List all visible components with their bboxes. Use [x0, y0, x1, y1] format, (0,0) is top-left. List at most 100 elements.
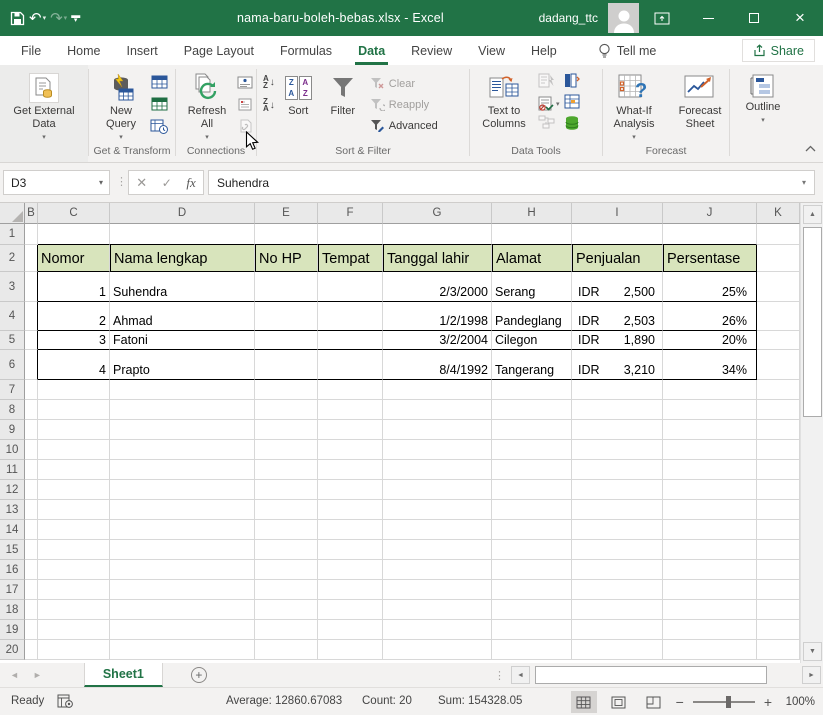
column-header-J[interactable]: J: [663, 203, 757, 224]
cell-K12[interactable]: [757, 480, 800, 500]
cell-J14[interactable]: [663, 520, 757, 540]
cell-K7[interactable]: [757, 380, 800, 400]
row-header-14[interactable]: 14: [0, 520, 25, 540]
tab-data[interactable]: Data: [345, 36, 398, 65]
cell-J15[interactable]: [663, 540, 757, 560]
cell-F11[interactable]: [318, 460, 383, 480]
remove-duplicates-icon[interactable]: [564, 73, 588, 92]
row-header-8[interactable]: 8: [0, 400, 25, 420]
cell-G11[interactable]: [383, 460, 492, 480]
cell-F17[interactable]: [318, 580, 383, 600]
horizontal-scrollbar[interactable]: ◄ ►: [511, 663, 823, 687]
cell-K18[interactable]: [757, 600, 800, 620]
cell-B3[interactable]: [25, 272, 38, 302]
row-header-10[interactable]: 10: [0, 440, 25, 460]
cell-K20[interactable]: [757, 640, 800, 660]
cell-G13[interactable]: [383, 500, 492, 520]
cell-G17[interactable]: [383, 580, 492, 600]
cell-B10[interactable]: [25, 440, 38, 460]
what-if-analysis-button[interactable]: ? What-If Analysis ▾: [601, 71, 667, 144]
formula-input[interactable]: Suhendra ▾: [208, 170, 815, 195]
cell-H14[interactable]: [492, 520, 572, 540]
cell-H13[interactable]: [492, 500, 572, 520]
cell-I7[interactable]: [572, 380, 663, 400]
scroll-left-icon[interactable]: ◄: [511, 666, 530, 684]
cell-E1[interactable]: [255, 224, 318, 245]
cell-G15[interactable]: [383, 540, 492, 560]
cell-E3[interactable]: [255, 272, 318, 302]
cell-C3[interactable]: 1: [38, 272, 110, 302]
cell-C8[interactable]: [38, 400, 110, 420]
row-header-15[interactable]: 15: [0, 540, 25, 560]
formula-bar-grip[interactable]: ⋮: [116, 175, 127, 188]
row-header-6[interactable]: 6: [0, 350, 25, 380]
column-header-G[interactable]: G: [383, 203, 492, 224]
show-queries-icon[interactable]: [148, 73, 170, 91]
cell-H11[interactable]: [492, 460, 572, 480]
cell-I17[interactable]: [572, 580, 663, 600]
cell-H8[interactable]: [492, 400, 572, 420]
cell-H9[interactable]: [492, 420, 572, 440]
tab-help[interactable]: Help: [518, 36, 570, 65]
scroll-up-icon[interactable]: ▲: [803, 205, 822, 224]
cell-K19[interactable]: [757, 620, 800, 640]
cell-E17[interactable]: [255, 580, 318, 600]
select-all-corner[interactable]: [0, 203, 25, 224]
cell-F13[interactable]: [318, 500, 383, 520]
page-break-preview-button[interactable]: [641, 691, 667, 713]
cell-K11[interactable]: [757, 460, 800, 480]
expand-formula-bar-icon[interactable]: ▾: [802, 178, 806, 187]
cell-H15[interactable]: [492, 540, 572, 560]
cell-D11[interactable]: [110, 460, 255, 480]
text-to-columns-button[interactable]: Text to Columns: [474, 71, 534, 131]
get-external-data-button[interactable]: Get External Data ▾: [3, 71, 85, 144]
cell-C5[interactable]: 3: [38, 331, 110, 350]
cell-C7[interactable]: [38, 380, 110, 400]
cell-I19[interactable]: [572, 620, 663, 640]
cell-C4[interactable]: 2: [38, 302, 110, 331]
cell-D20[interactable]: [110, 640, 255, 660]
cell-I11[interactable]: [572, 460, 663, 480]
column-header-H[interactable]: H: [492, 203, 572, 224]
cell-J18[interactable]: [663, 600, 757, 620]
cell-C6[interactable]: 4: [38, 350, 110, 380]
cell-J13[interactable]: [663, 500, 757, 520]
row-header-11[interactable]: 11: [0, 460, 25, 480]
cell-J6[interactable]: 34%: [663, 350, 757, 380]
cell-B20[interactable]: [25, 640, 38, 660]
cell-D10[interactable]: [110, 440, 255, 460]
tab-view[interactable]: View: [465, 36, 518, 65]
connection-properties-icon[interactable]: [234, 73, 256, 91]
cell-H7[interactable]: [492, 380, 572, 400]
undo-dropdown-icon[interactable]: ▾: [43, 14, 47, 22]
cell-I1[interactable]: [572, 224, 663, 245]
cell-I3[interactable]: IDR2,500: [572, 272, 663, 302]
cell-E6[interactable]: [255, 350, 318, 380]
row-header-13[interactable]: 13: [0, 500, 25, 520]
cell-E5[interactable]: [255, 331, 318, 350]
cell-E8[interactable]: [255, 400, 318, 420]
cell-B16[interactable]: [25, 560, 38, 580]
cell-H19[interactable]: [492, 620, 572, 640]
vertical-scrollbar[interactable]: ▲ ▼: [800, 203, 823, 663]
account-name[interactable]: dadang_ttc: [529, 0, 608, 36]
cell-H16[interactable]: [492, 560, 572, 580]
cell-H4[interactable]: Pandeglang: [492, 302, 572, 331]
cell-J17[interactable]: [663, 580, 757, 600]
cell-B12[interactable]: [25, 480, 38, 500]
row-header-2[interactable]: 2: [0, 245, 25, 272]
cell-C15[interactable]: [38, 540, 110, 560]
cell-G8[interactable]: [383, 400, 492, 420]
manage-data-model-icon[interactable]: [564, 115, 588, 134]
cell-B7[interactable]: [25, 380, 38, 400]
cell-E20[interactable]: [255, 640, 318, 660]
cell-F16[interactable]: [318, 560, 383, 580]
cell-E12[interactable]: [255, 480, 318, 500]
minimize-button[interactable]: [685, 0, 731, 36]
cell-E14[interactable]: [255, 520, 318, 540]
cell-B18[interactable]: [25, 600, 38, 620]
column-header-K[interactable]: K: [757, 203, 800, 224]
cell-C12[interactable]: [38, 480, 110, 500]
vertical-scroll-thumb[interactable]: [803, 227, 822, 417]
tell-me-box[interactable]: Tell me: [598, 36, 657, 65]
